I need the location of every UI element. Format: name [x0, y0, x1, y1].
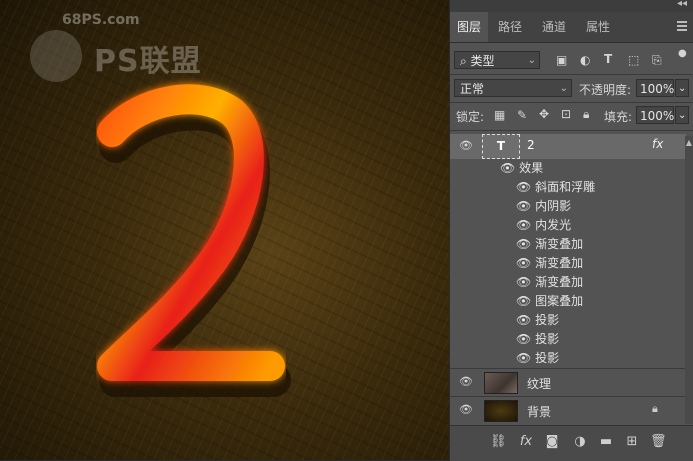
filter-type-icon[interactable]: T	[604, 52, 612, 66]
visibility-eye-icon[interactable]: 👁︎	[459, 375, 473, 388]
visibility-eye-icon[interactable]: 👁︎	[516, 256, 535, 270]
fill-input[interactable]: 100%	[636, 106, 674, 124]
visibility-eye-icon[interactable]: 👁︎	[516, 313, 535, 327]
visibility-eye-icon[interactable]: 👁︎	[459, 139, 473, 152]
glowing-number-2	[97, 84, 291, 397]
layer-thumbnail	[484, 400, 518, 422]
fx-icon[interactable]: fx	[652, 137, 663, 151]
filter-adjustment-icon[interactable]: ◐	[580, 53, 590, 67]
filter-smart-object-icon[interactable]: ⎘	[652, 53, 662, 68]
search-icon: ⌕	[460, 54, 471, 68]
layer-name[interactable]: 背景	[527, 403, 551, 420]
visibility-eye-icon[interactable]: 👁︎	[516, 237, 535, 251]
chevron-down-icon: ⌄	[559, 83, 568, 94]
scrollbar[interactable]: ▲	[685, 136, 693, 424]
filter-pixel-icon[interactable]: ▣	[556, 53, 567, 67]
text-layer-thumbnail: T	[482, 134, 520, 159]
visibility-eye-icon[interactable]: 👁︎	[516, 199, 535, 213]
link-layers-icon[interactable]: ⛓︎	[490, 434, 507, 449]
lock-artboard-icon[interactable]: ⊡	[561, 107, 571, 121]
delete-layer-icon[interactable]: 🗑︎	[650, 434, 667, 449]
tab-layers[interactable]: 图层	[450, 12, 488, 42]
visibility-eye-icon[interactable]: 👁︎	[516, 351, 535, 365]
document-canvas[interactable]: 68PS.com PS联盟	[0, 0, 449, 460]
adjustment-layer-icon[interactable]: ◑	[572, 434, 588, 449]
tab-channels[interactable]: 通道	[534, 12, 574, 42]
effect-item[interactable]: 👁︎ 内阴影	[516, 197, 571, 216]
panel-tabs: 图层 路径 通道 属性	[450, 12, 693, 43]
effect-item[interactable]: 👁︎ 投影	[516, 311, 559, 330]
collapse-icon[interactable]: ◂◂	[677, 0, 687, 9]
opacity-label: 不透明度:	[579, 83, 632, 97]
divider	[450, 74, 693, 75]
new-group-icon[interactable]: ▬	[598, 434, 614, 449]
fill-label: 填充:	[604, 110, 633, 124]
lock-label: 锁定:	[456, 110, 485, 124]
filter-toggle-icon[interactable]: ●	[678, 48, 687, 59]
effect-item[interactable]: 👁︎ 投影	[516, 330, 559, 349]
scroll-up-icon[interactable]: ▲	[685, 138, 693, 147]
visibility-eye-icon[interactable]: 👁︎	[516, 332, 535, 346]
layers-toolbar: ⛓︎ fx ◙ ◑ ▬ ⊞ 🗑︎	[450, 425, 693, 461]
lock-position-icon[interactable]: ✥	[539, 107, 549, 121]
layer-name[interactable]: 纹理	[527, 375, 551, 392]
effect-item[interactable]: 👁︎ 渐变叠加	[516, 273, 583, 292]
effect-item[interactable]: 👁︎ 渐变叠加	[516, 235, 583, 254]
lock-icon: 🔒︎	[652, 402, 658, 415]
visibility-eye-icon[interactable]: 👁︎	[500, 161, 519, 175]
panel-titlebar: ◂◂	[450, 0, 693, 12]
tab-paths[interactable]: 路径	[490, 12, 530, 42]
opacity-input[interactable]: 100%	[636, 79, 674, 97]
effect-item[interactable]: 👁︎ 内发光	[516, 216, 571, 235]
blend-mode-select[interactable]: 正常 ⌄	[454, 79, 572, 97]
visibility-eye-icon[interactable]: 👁︎	[516, 294, 535, 308]
fill-dropdown-icon[interactable]: ⌄	[675, 106, 689, 124]
layer-name[interactable]: 2	[527, 138, 535, 152]
visibility-eye-icon[interactable]: 👁︎	[516, 180, 535, 194]
layer-thumbnail	[484, 372, 518, 394]
opacity-dropdown-icon[interactable]: ⌄	[675, 79, 689, 97]
visibility-eye-icon[interactable]: 👁︎	[459, 403, 473, 416]
layer-row-background[interactable]: 👁︎ 背景 🔒︎	[450, 397, 686, 424]
divider	[450, 130, 693, 131]
effects-group: 👁︎ 效果 👁︎ 斜面和浮雕 👁︎ 内阴影 👁︎ 内发光 👁︎ 渐变叠加 👁︎ …	[450, 159, 686, 368]
layer-row-text-2[interactable]: 👁︎ T 2 fx	[450, 134, 686, 159]
layers-panel: ◂◂ 图层 路径 通道 属性 ⌕ 类型 ⌄ ▣ ◐ T ⬚ ⎘ ● 正常 ⌄ 不…	[449, 0, 693, 461]
visibility-eye-icon[interactable]: 👁︎	[516, 218, 535, 232]
layer-filter-select[interactable]: ⌕ 类型 ⌄	[454, 51, 540, 69]
add-mask-icon[interactable]: ◙	[544, 434, 560, 449]
filter-shape-icon[interactable]: ⬚	[628, 53, 639, 67]
effect-item[interactable]: 👁︎ 渐变叠加	[516, 254, 583, 273]
effect-item[interactable]: 👁︎ 斜面和浮雕	[516, 178, 595, 197]
new-layer-icon[interactable]: ⊞	[624, 434, 640, 449]
lock-all-icon[interactable]: 🔒︎	[583, 107, 589, 122]
effect-item[interactable]: 👁︎ 图案叠加	[516, 292, 583, 311]
panel-menu-icon[interactable]	[677, 21, 687, 33]
visibility-eye-icon[interactable]: 👁︎	[516, 275, 535, 289]
divider	[450, 102, 693, 103]
add-layer-style-icon[interactable]: fx	[518, 434, 534, 449]
tab-properties[interactable]: 属性	[578, 12, 618, 42]
lock-transparent-icon[interactable]: ▦	[494, 108, 505, 122]
effect-item[interactable]: 👁︎ 投影	[516, 349, 559, 368]
lock-image-icon[interactable]: ✎	[517, 108, 527, 122]
chevron-down-icon: ⌄	[527, 55, 536, 66]
layer-row-texture[interactable]: 👁︎ 纹理	[450, 369, 686, 396]
effects-header[interactable]: 👁︎ 效果	[500, 159, 543, 178]
